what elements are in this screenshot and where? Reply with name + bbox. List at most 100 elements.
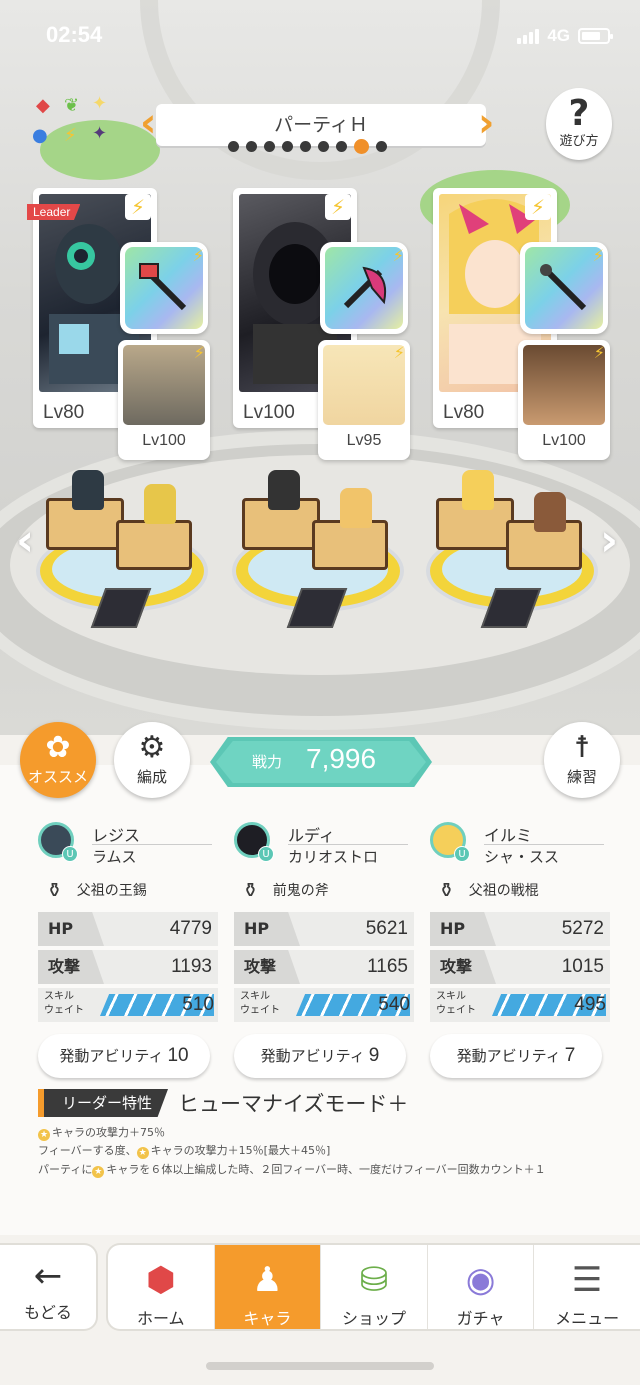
- sub-character-3[interactable]: ⚡ Lv100: [518, 340, 610, 460]
- weapon-row: ⚱ 父祖の戦棍: [430, 868, 610, 912]
- character-platform-1[interactable]: [32, 470, 212, 640]
- signal-icon: [517, 28, 540, 44]
- ability-button[interactable]: 発動アビリティ 10: [38, 1034, 210, 1078]
- page-dot[interactable]: [336, 141, 347, 152]
- help-button[interactable]: ? 遊び方: [546, 88, 612, 160]
- hp-value: 5621: [365, 918, 408, 939]
- mace-icon: [540, 264, 587, 311]
- page-dot[interactable]: [264, 141, 275, 152]
- recommend-button[interactable]: ✿ オススメ: [20, 722, 96, 798]
- weapon-icon: ⚱: [46, 878, 63, 902]
- page-dot[interactable]: [376, 141, 387, 152]
- main-level: Lv80: [43, 402, 85, 423]
- shop-bag-icon: ⛁: [359, 1260, 389, 1300]
- home-icon: ⬢: [145, 1260, 176, 1300]
- sub-level: Lv100: [142, 432, 186, 449]
- weapon-name: 前鬼の斧: [272, 883, 329, 899]
- hp-stat: HP 4779: [38, 912, 218, 946]
- hp-stat: HP 5272: [430, 912, 610, 946]
- character-platform-2[interactable]: [228, 470, 408, 640]
- leader-skill-line-2: フィーバーする度、 ★ キャラの攻撃力＋15％[最大＋45％]: [38, 1144, 331, 1159]
- skill-wait-value: 510: [182, 994, 214, 1015]
- weapon-slot-3[interactable]: ⚡: [520, 242, 608, 334]
- weapon-icon: ⚱: [242, 878, 259, 902]
- page-dot[interactable]: [282, 141, 293, 152]
- bolt-icon: ⚡: [125, 194, 151, 220]
- sub-level: Lv95: [346, 432, 382, 449]
- wind-element-icon: ❦: [64, 95, 80, 116]
- weapon-slot-2[interactable]: ⚡: [320, 242, 408, 334]
- attack-value: 1015: [561, 956, 604, 977]
- bolt-icon: ⚡: [525, 194, 551, 220]
- sprite-figure: [534, 492, 566, 532]
- sprite-figure: [72, 470, 104, 510]
- leader-skill-line-1: ★ キャラの攻撃力＋75％: [38, 1126, 165, 1141]
- sub-level: Lv100: [542, 432, 586, 449]
- page-dot[interactable]: [300, 141, 311, 152]
- sprite-figure: [340, 488, 372, 528]
- element-icons[interactable]: ◆ ❦ ✦ ● ⚡ ✦: [28, 93, 118, 155]
- weapon-row: ⚱ 前鬼の斧: [234, 868, 414, 912]
- party-next-arrow[interactable]: ›: [478, 103, 498, 146]
- bolt-icon: ⚡: [325, 194, 351, 220]
- light-element-icon: ✦: [92, 93, 108, 114]
- help-label: 遊び方: [559, 134, 599, 149]
- main-level: Lv100: [243, 402, 295, 423]
- star-icon: ★: [136, 1147, 149, 1159]
- tab-gacha[interactable]: ◉ ガチャ: [428, 1245, 535, 1329]
- battery-icon: [578, 28, 613, 44]
- weapon-slot-1[interactable]: ⚡: [120, 242, 208, 334]
- bolt-icon: ⚡: [393, 343, 405, 362]
- sub-character-portrait: [123, 345, 205, 425]
- tab-shop[interactable]: ⛁ ショップ: [321, 1245, 428, 1329]
- water-element-icon: ●: [32, 125, 48, 146]
- tab-menu[interactable]: ☰ メニュー: [534, 1245, 640, 1329]
- leader-skill-tag: リーダー特性: [38, 1089, 169, 1117]
- practice-label: 練習: [566, 768, 597, 786]
- attack-stat: 攻撃 1165: [234, 950, 414, 984]
- star-icon: ★: [38, 1129, 50, 1141]
- network-type: 4G: [547, 26, 570, 45]
- unison-badge: U: [454, 846, 470, 862]
- back-button[interactable]: ← もどる: [0, 1243, 98, 1331]
- ability-button[interactable]: 発動アビリティ 7: [430, 1034, 602, 1078]
- sprite-figure: [268, 470, 300, 510]
- member-name: イルミ: [484, 826, 533, 845]
- status-bar: 02:54 4G: [0, 22, 640, 56]
- leader-skill-line-3: パーティに ★ キャラを６体以上編成した時、２回フィーバー時、一度だけフィーバー回数…: [38, 1163, 546, 1178]
- page-dot[interactable]: [246, 141, 257, 152]
- formation-button[interactable]: ⚙ 編成: [114, 722, 190, 798]
- tab-character[interactable]: ♟ キャラ: [214, 1245, 322, 1329]
- page-dot[interactable]: [228, 141, 239, 152]
- sub-character-2[interactable]: ⚡ Lv95: [318, 340, 410, 460]
- bolt-icon: ⚡: [392, 246, 404, 265]
- gacha-icon: ◉: [465, 1260, 496, 1300]
- member-name: レジス: [92, 826, 141, 845]
- bolt-icon: ⚡: [592, 246, 604, 265]
- sprite-figure: [462, 470, 494, 510]
- page-dot[interactable]: [318, 141, 329, 152]
- skill-wait-value: 540: [378, 994, 410, 1015]
- ability-button[interactable]: 発動アビリティ 9: [234, 1034, 406, 1078]
- party-page-dots[interactable]: [228, 139, 387, 154]
- attack-stat: 攻撃 1015: [430, 950, 610, 984]
- home-indicator[interactable]: [206, 1362, 434, 1370]
- arena-right-arrow[interactable]: ›: [600, 515, 618, 566]
- weapon-row: ⚱ 父祖の王錫: [38, 868, 218, 912]
- bolt-icon: ⚡: [192, 246, 204, 265]
- page-dot-active[interactable]: [354, 139, 369, 154]
- practice-button[interactable]: ☨ 練習: [544, 722, 620, 798]
- main-level: Lv80: [443, 402, 485, 423]
- weapon-icon: ⚱: [438, 878, 455, 902]
- sub-member-name: シャ・スス: [484, 848, 560, 866]
- tab-home[interactable]: ⬢ ホーム: [108, 1245, 215, 1329]
- sub-member-name: カリオストロ: [288, 848, 379, 866]
- hp-value: 4779: [169, 918, 212, 939]
- weapon-name: 父祖の王錫: [76, 883, 147, 899]
- character-platform-3[interactable]: [422, 470, 602, 640]
- sub-character-1[interactable]: ⚡ Lv100: [118, 340, 210, 460]
- sub-character-portrait: [323, 345, 405, 425]
- party-power: 戦力 7,996: [210, 737, 432, 787]
- axe-icon: [343, 266, 386, 309]
- thunder-element-icon: ⚡: [64, 125, 77, 146]
